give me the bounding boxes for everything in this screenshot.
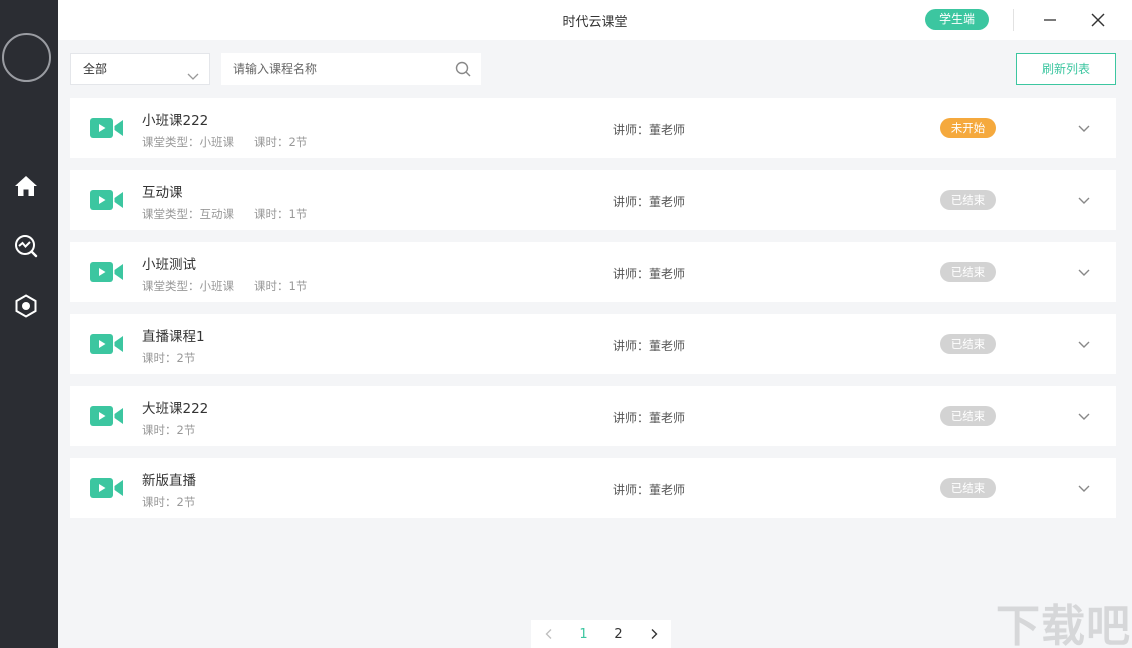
- course-teacher: 讲师：董老师: [613, 411, 686, 425]
- category-select[interactable]: 全部: [70, 53, 210, 85]
- refresh-list-button[interactable]: 刷新列表: [1016, 53, 1116, 85]
- course-card[interactable]: 直播课程1 课时：2节 讲师：董老师 已结束: [70, 314, 1116, 374]
- page-number-button[interactable]: 2: [601, 620, 636, 648]
- search-input[interactable]: [221, 53, 446, 85]
- course-card[interactable]: 小班测试 课堂类型：小班课 课时：1节 讲师：董老师 已结束: [70, 242, 1116, 302]
- chevron-down-icon[interactable]: [1077, 121, 1091, 135]
- course-hours: 课时：2节: [254, 135, 308, 149]
- video-camera-icon: [90, 118, 123, 138]
- video-camera-icon: [90, 190, 123, 210]
- course-card[interactable]: 大班课222 课时：2节 讲师：董老师 已结束: [70, 386, 1116, 446]
- chevron-down-icon[interactable]: [1077, 337, 1091, 351]
- chevron-down-icon[interactable]: [1077, 193, 1091, 207]
- course-card[interactable]: 小班课222 课堂类型：小班课 课时：2节 讲师：董老师 未开始: [70, 98, 1116, 158]
- category-select-value: 全部: [83, 62, 108, 76]
- course-teacher: 讲师：董老师: [613, 483, 686, 497]
- course-name: 大班课222: [142, 401, 209, 417]
- course-type: 课堂类型：小班课: [142, 279, 234, 293]
- course-hours: 课时：2节: [142, 423, 196, 437]
- video-camera-icon: [90, 262, 123, 282]
- course-card[interactable]: 新版直播 课时：2节 讲师：董老师 已结束: [70, 458, 1116, 518]
- course-teacher: 讲师：董老师: [613, 339, 686, 353]
- status-badge: 未开始: [940, 118, 996, 138]
- course-meta: 课堂类型：小班课 课时：1节: [142, 278, 307, 294]
- course-meta: 课时：2节: [142, 494, 195, 510]
- search-box: [221, 53, 481, 85]
- video-camera-icon: [90, 478, 123, 498]
- chevron-down-icon[interactable]: [1077, 265, 1091, 279]
- course-teacher: 讲师：董老师: [613, 123, 686, 137]
- course-meta: 课时：2节: [142, 350, 195, 366]
- course-name: 小班测试: [142, 257, 196, 273]
- watermark: 下载吧: [996, 601, 1131, 648]
- status-badge: 已结束: [940, 190, 996, 210]
- next-page-button[interactable]: [636, 620, 671, 648]
- prev-page-button[interactable]: [531, 620, 566, 648]
- course-teacher: 讲师：董老师: [613, 195, 686, 209]
- course-hours: 课时：1节: [254, 207, 308, 221]
- status-badge: 已结束: [940, 262, 996, 282]
- video-camera-icon: [90, 406, 123, 426]
- chevron-left-icon: [545, 629, 551, 639]
- course-type: 课堂类型：小班课: [142, 135, 234, 149]
- minimize-button[interactable]: [1038, 8, 1062, 32]
- course-hours: 课时：2节: [142, 351, 196, 365]
- course-name: 新版直播: [142, 473, 196, 489]
- course-type: 课堂类型：互动课: [142, 207, 234, 221]
- course-name: 小班课222: [142, 113, 209, 129]
- course-teacher: 讲师：董老师: [613, 267, 686, 281]
- status-badge: 已结束: [940, 478, 996, 498]
- course-meta: 课堂类型：小班课 课时：2节: [142, 134, 307, 150]
- title-divider: [1013, 9, 1014, 31]
- home-icon[interactable]: [13, 173, 39, 199]
- course-meta: 课堂类型：互动课 课时：1节: [142, 206, 307, 222]
- page-number-button[interactable]: 1: [566, 620, 601, 648]
- video-camera-icon: [90, 334, 123, 354]
- chart-search-icon[interactable]: [13, 233, 39, 259]
- chevron-down-icon[interactable]: [1077, 409, 1091, 423]
- hexagon-settings-icon[interactable]: [13, 293, 39, 319]
- course-name: 互动课: [142, 185, 183, 201]
- avatar[interactable]: [2, 33, 51, 82]
- course-hours: 课时：1节: [254, 279, 308, 293]
- course-name: 直播课程1: [142, 329, 205, 345]
- chevron-down-icon[interactable]: [1077, 481, 1091, 495]
- role-badge[interactable]: 学生端: [925, 9, 989, 30]
- chevron-down-icon: [187, 63, 199, 93]
- status-badge: 已结束: [940, 334, 996, 354]
- course-card[interactable]: 互动课 课堂类型：互动课 课时：1节 讲师：董老师 已结束: [70, 170, 1116, 230]
- pagination: 1 2: [531, 620, 671, 648]
- status-badge: 已结束: [940, 406, 996, 426]
- course-hours: 课时：2节: [142, 495, 196, 509]
- title-bar: 时代云课堂 学生端: [58, 0, 1132, 40]
- chevron-right-icon: [651, 629, 657, 639]
- close-button[interactable]: [1086, 8, 1110, 32]
- course-meta: 课时：2节: [142, 422, 195, 438]
- course-list: 小班课222 课堂类型：小班课 课时：2节 讲师：董老师 未开始 互动课 课堂类型…: [70, 98, 1116, 530]
- sidebar: [0, 0, 58, 648]
- search-icon[interactable]: [455, 61, 471, 81]
